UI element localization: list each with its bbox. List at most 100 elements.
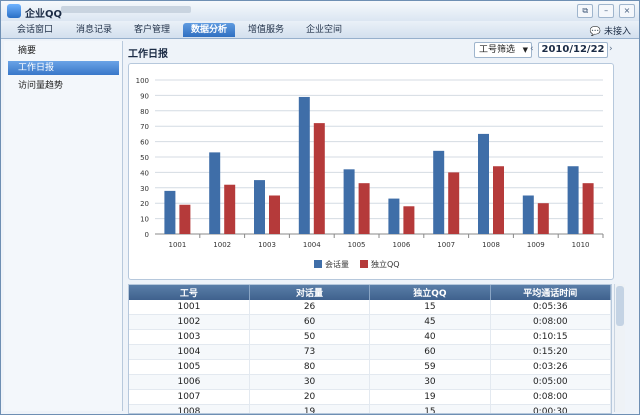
bar-1005-unique-qq	[358, 183, 370, 234]
bar-1007-sessions	[433, 150, 445, 234]
restore-icon[interactable]: ⧉	[577, 4, 594, 18]
table-cell: 0:05:00	[490, 374, 611, 390]
x-tick-label: 1003	[258, 241, 276, 249]
tab-session[interactable]: 会话窗口	[9, 23, 61, 37]
minimize-icon[interactable]: –	[598, 4, 615, 18]
y-tick-label: 10	[140, 216, 149, 224]
table-cell: 1003	[129, 329, 250, 345]
y-tick-label: 80	[140, 108, 149, 116]
chart-panel: 0 10 20 30 40 50 60 70 80 90 100 1001 1002 1003 1004 10…	[128, 63, 614, 280]
table-row[interactable]: 1008 19 15 0:00:30	[129, 404, 611, 413]
table-cell: 1006	[129, 374, 250, 390]
table-cell: 40	[369, 329, 491, 345]
table-cell: 15	[369, 404, 491, 413]
table-cell: 0:05:36	[490, 300, 611, 315]
table-cell: 1002	[129, 314, 250, 330]
y-tick-label: 50	[140, 154, 149, 162]
bar-1006-sessions	[388, 198, 400, 234]
staff-filter-select[interactable]: 工号筛选 ▼	[474, 42, 532, 58]
table-cell: 19	[369, 389, 491, 405]
column-header[interactable]: 对话量	[249, 285, 371, 300]
chat-icon: 💬	[589, 27, 602, 37]
y-tick-label: 30	[140, 185, 149, 193]
y-tick-label: 0	[145, 231, 149, 239]
legend-label: 独立QQ	[371, 259, 400, 269]
column-header[interactable]: 独立QQ	[369, 285, 491, 300]
x-tick-label: 1002	[213, 241, 231, 249]
bar-1001-unique-qq	[179, 204, 191, 234]
x-tick-label: 1005	[348, 241, 366, 249]
title-bar: 企业QQ ⧉ – ×	[1, 1, 639, 21]
table-cell: 1008	[129, 404, 250, 413]
bar-1002-sessions	[209, 152, 221, 234]
x-tick-label: 1009	[527, 241, 545, 249]
table-cell: 60	[369, 344, 491, 360]
prev-date-icon[interactable]: ‹	[530, 44, 534, 54]
bar-1002-unique-qq	[224, 184, 236, 234]
y-tick-label: 60	[140, 139, 149, 147]
table-row[interactable]: 1001 26 15 0:05:36	[129, 300, 611, 315]
table-row[interactable]: 1007 20 19 0:08:00	[129, 389, 611, 405]
bar-1004-unique-qq	[313, 123, 325, 234]
bar-1003-sessions	[254, 180, 265, 234]
tab-enterprise-space[interactable]: 企业空间	[297, 23, 351, 37]
bar-1009-unique-qq	[537, 203, 549, 234]
table-row[interactable]: 1004 73 60 0:15:20	[129, 344, 611, 360]
bar-chart: 0 10 20 30 40 50 60 70 80 90 100 1001 1002 1003 1004 10…	[136, 77, 604, 269]
table-row[interactable]: 1002 60 45 0:08:00	[129, 314, 611, 330]
table-cell: 26	[249, 300, 371, 315]
sidebar-item-traffic-trend[interactable]: 访问量趋势	[8, 79, 119, 93]
legend-swatch	[314, 260, 322, 268]
table-cell: 0:00:30	[490, 404, 611, 413]
y-tick-label: 20	[140, 200, 149, 208]
close-icon[interactable]: ×	[619, 4, 635, 18]
table-cell: 0:03:26	[490, 359, 611, 375]
page-title: 工作日报	[128, 49, 168, 60]
table-cell: 1005	[129, 359, 250, 375]
bar-1003-unique-qq	[269, 195, 280, 234]
table-cell: 59	[369, 359, 491, 375]
tab-value-added[interactable]: 增值服务	[239, 23, 293, 37]
column-header[interactable]: 工号	[129, 285, 250, 300]
scrollbar-thumb[interactable]	[616, 286, 624, 326]
table-scrollbar[interactable]	[614, 284, 625, 412]
data-table-panel: 工号 对话量 独立QQ 平均通话时间 1001 26 15 0:05:36 1002 6…	[128, 284, 612, 414]
table-cell: 50	[249, 329, 371, 345]
no-access-label: 未接入	[603, 27, 631, 37]
date-field[interactable]: 2010/12/22	[538, 42, 608, 58]
bar-1010-unique-qq	[582, 183, 594, 234]
table-cell: 80	[249, 359, 371, 375]
sidebar-item-daily-report[interactable]: 工作日报	[8, 61, 119, 75]
table-cell: 30	[249, 374, 371, 390]
tab-customer[interactable]: 客户管理	[125, 23, 179, 37]
data-table: 工号 对话量 独立QQ 平均通话时间 1001 26 15 0:05:36 1002 6…	[129, 285, 611, 413]
y-tick-label: 40	[140, 169, 149, 177]
table-row[interactable]: 1006 30 30 0:05:00	[129, 374, 611, 390]
bar-1006-unique-qq	[403, 206, 415, 234]
x-tick-label: 1007	[437, 241, 455, 249]
bar-1004-sessions	[298, 96, 310, 234]
table-cell: 45	[369, 314, 491, 330]
bar-1008-sessions	[478, 133, 489, 234]
sidebar-item-summary[interactable]: 摘要	[8, 44, 119, 58]
tab-data-analysis[interactable]: 数据分析	[183, 23, 235, 37]
table-cell: 15	[369, 300, 491, 315]
bar-1009-sessions	[522, 195, 534, 234]
table-cell: 1001	[129, 300, 250, 315]
qq-logo-icon	[7, 4, 21, 18]
sidebar: 摘要 工作日报 访问量趋势	[4, 41, 123, 411]
no-access-status[interactable]: 💬 未接入	[590, 24, 631, 37]
tab-message-log[interactable]: 消息记录	[67, 23, 121, 37]
chevron-down-icon: ▼	[522, 46, 528, 54]
next-date-icon[interactable]: ›	[609, 44, 613, 54]
table-cell: 30	[369, 374, 491, 390]
table-cell: 1004	[129, 344, 250, 360]
table-row[interactable]: 1005 80 59 0:03:26	[129, 359, 611, 375]
x-tick-label: 1006	[392, 241, 410, 249]
table-cell: 73	[249, 344, 371, 360]
table-cell: 20	[249, 389, 371, 405]
legend-label: 会话量	[325, 259, 349, 269]
table-row[interactable]: 1003 50 40 0:10:15	[129, 329, 611, 345]
column-header[interactable]: 平均通话时间	[490, 285, 611, 300]
window-controls: ⧉ – ×	[575, 4, 635, 18]
